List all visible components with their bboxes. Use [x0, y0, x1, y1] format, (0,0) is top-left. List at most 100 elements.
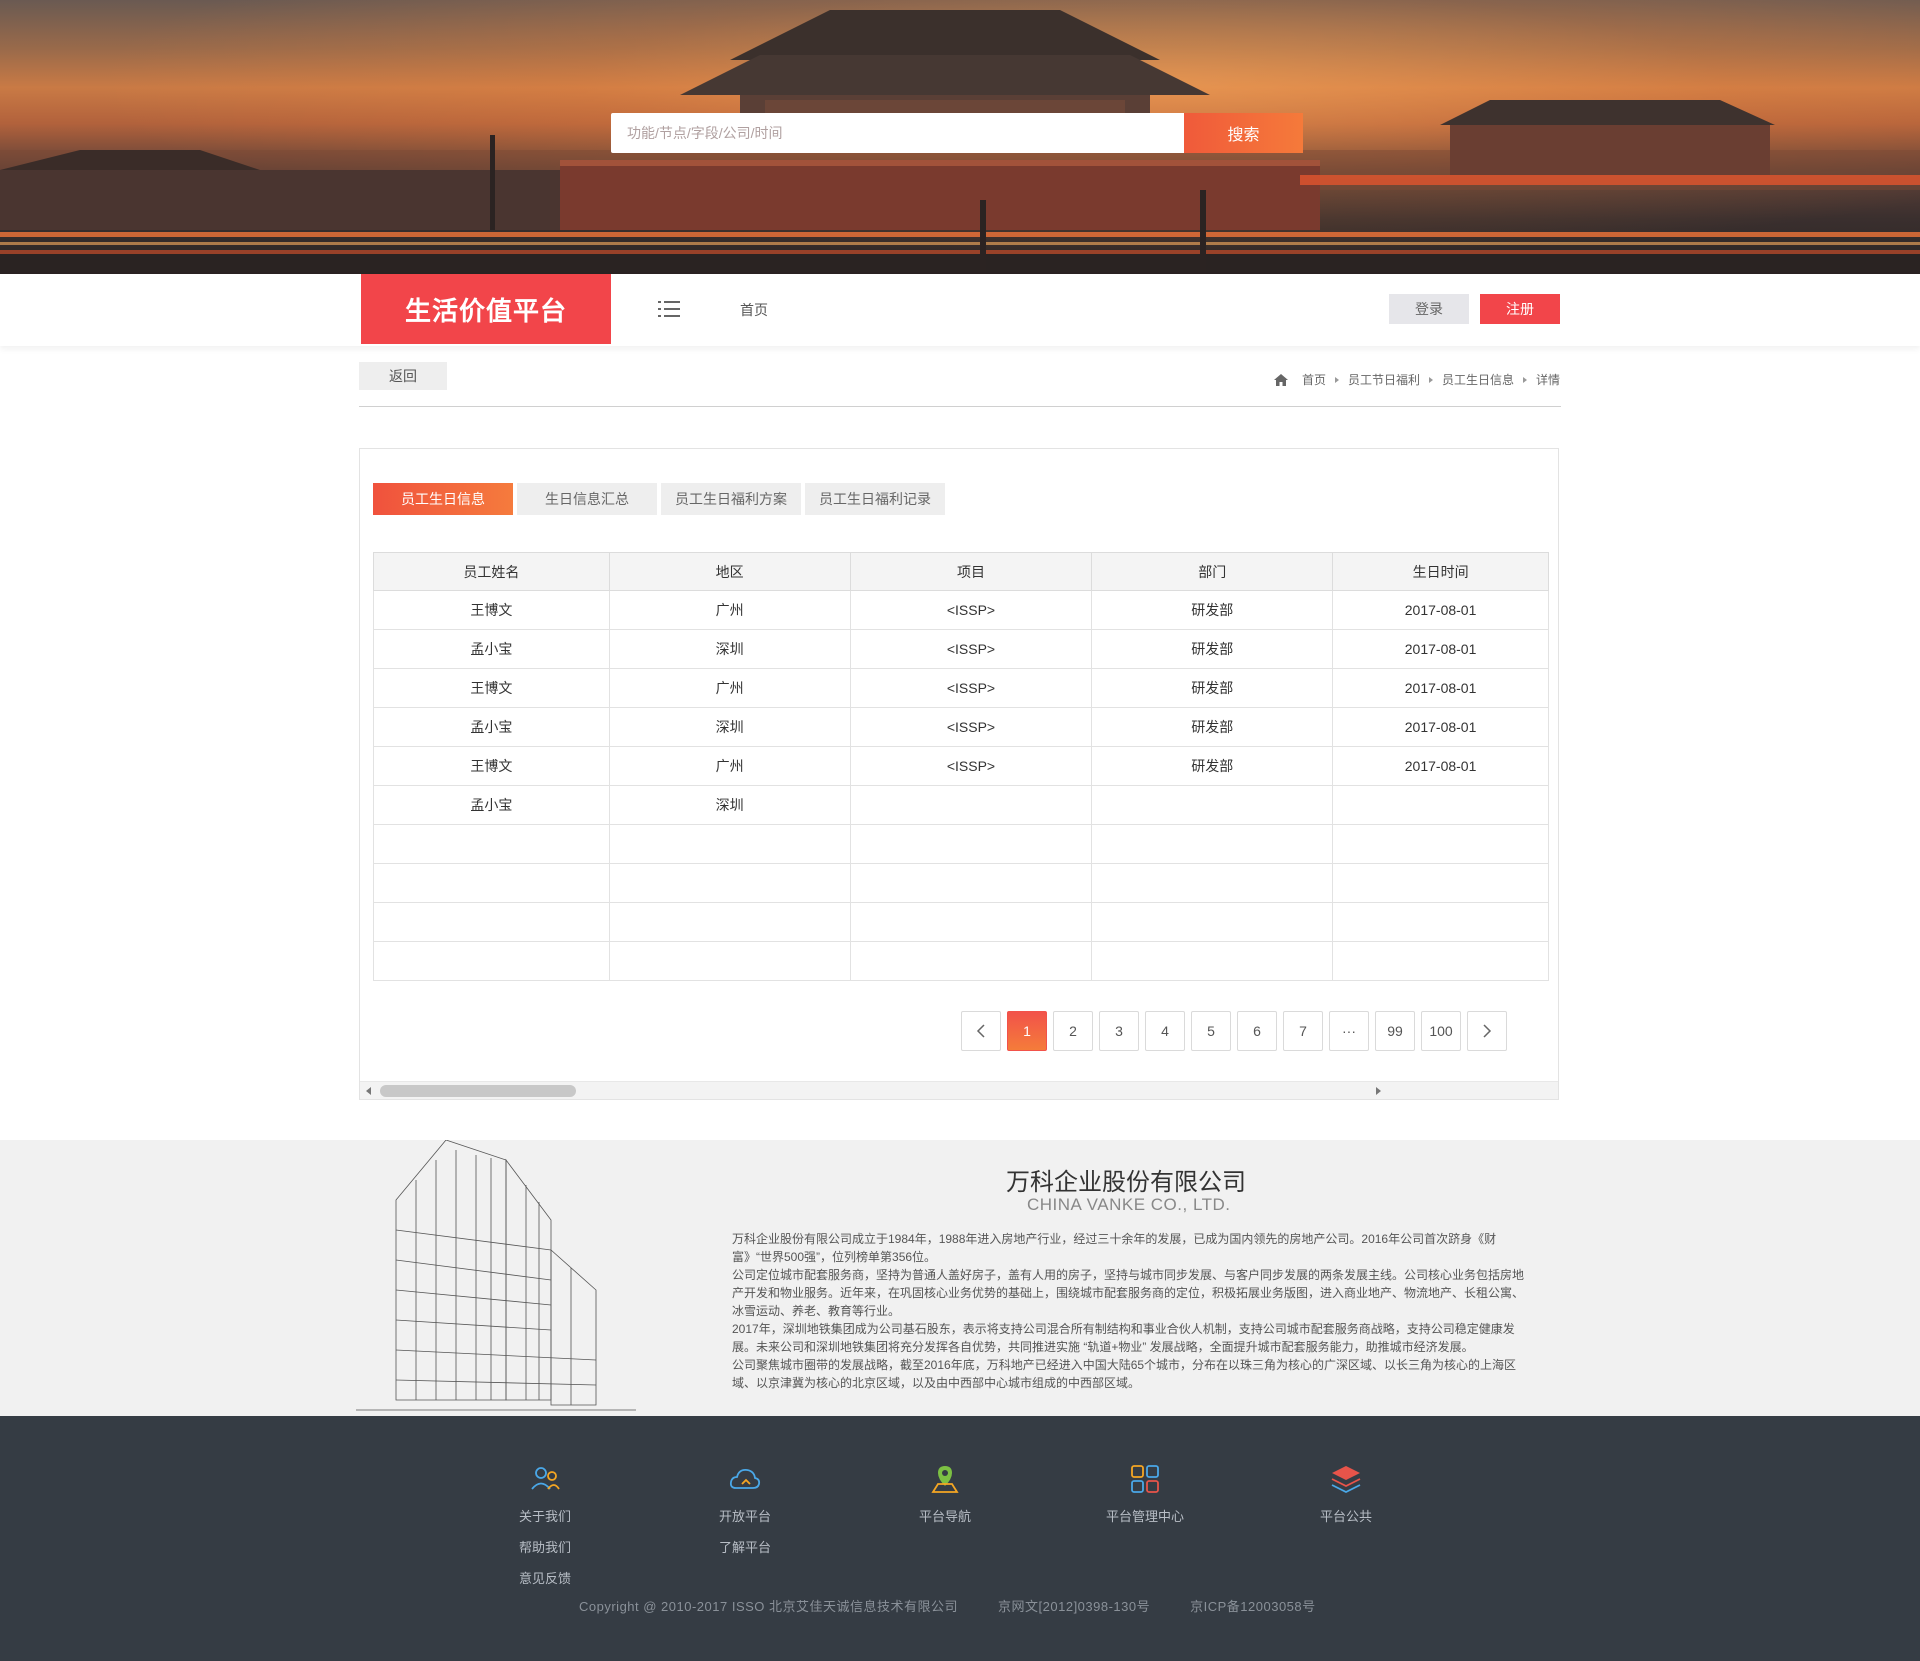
- company-name: 万科企业股份有限公司: [1006, 1169, 1246, 1196]
- footer-link-about-us[interactable]: 关于我们: [519, 1506, 571, 1525]
- footer-link-feedback[interactable]: 意见反馈: [519, 1568, 571, 1587]
- tab-birthday-benefit-record[interactable]: 员工生日福利记录: [805, 483, 945, 515]
- icp-text: 京ICP备12003058号: [1190, 1599, 1316, 1614]
- scroll-right-arrow-icon[interactable]: [1376, 1087, 1381, 1095]
- map-pin-icon: [931, 1466, 959, 1493]
- cell-birthday: 2017-08-01: [1332, 629, 1549, 669]
- footer-link-management-center[interactable]: 平台管理中心: [1106, 1506, 1184, 1525]
- footer: 关于我们 帮助我们 意见反馈 开放平台 了解平台 平台导航 平台管理中心 平台公…: [0, 1416, 1920, 1661]
- cloud-icon: [729, 1468, 761, 1489]
- cell-name: [373, 824, 610, 864]
- cell-region: [608, 863, 851, 903]
- footer-link-platform-public[interactable]: 平台公共: [1320, 1506, 1372, 1525]
- cell-department: [1091, 785, 1334, 825]
- cell-department: 研发部: [1091, 629, 1334, 669]
- horizontal-scrollbar[interactable]: [360, 1081, 1558, 1099]
- page-button[interactable]: 7: [1283, 1011, 1323, 1051]
- company-intro: 万科企业股份有限公司 CHINA VANKE CO., LTD. 万科企业股份有…: [0, 1140, 1920, 1416]
- employee-birthday-table: 员工姓名 地区 项目 部门 生日时间 王博文 广州 <ISSP> 研发部 2017-08…: [373, 552, 1549, 981]
- login-button[interactable]: 登录: [1389, 294, 1469, 324]
- table-row[interactable]: [373, 902, 1549, 942]
- cell-region: [608, 941, 851, 981]
- tab-bar: 员工生日信息 生日信息汇总 员工生日福利方案 员工生日福利记录: [373, 483, 945, 515]
- cell-name: 孟小宝: [373, 629, 610, 669]
- table-row[interactable]: 王博文 广州 <ISSP> 研发部 2017-08-01: [373, 590, 1549, 630]
- cell-department: 研发部: [1091, 707, 1334, 747]
- table-row[interactable]: 王博文 广州 <ISSP> 研发部 2017-08-01: [373, 668, 1549, 708]
- cell-birthday: 2017-08-01: [1332, 707, 1549, 747]
- cell-project: [849, 863, 1093, 903]
- search-input[interactable]: [611, 113, 1184, 153]
- users-icon: [531, 1467, 560, 1490]
- cell-birthday: [1332, 785, 1549, 825]
- table-row[interactable]: 孟小宝 深圳 <ISSP> 研发部 2017-08-01: [373, 707, 1549, 747]
- table-row[interactable]: [373, 824, 1549, 864]
- breadcrumb-item-birthday-info[interactable]: 员工生日信息: [1442, 371, 1514, 388]
- tab-birthday-info[interactable]: 员工生日信息: [373, 483, 513, 515]
- table-header-row: 员工姓名 地区 项目 部门 生日时间: [373, 552, 1549, 591]
- table-row[interactable]: 孟小宝 深圳: [373, 785, 1549, 825]
- scroll-left-arrow-icon[interactable]: [366, 1087, 371, 1095]
- hero-banner: 搜索: [0, 0, 1920, 274]
- cell-birthday: [1332, 863, 1549, 903]
- page-button[interactable]: 6: [1237, 1011, 1277, 1051]
- cell-project: <ISSP>: [849, 707, 1093, 747]
- column-header-birthday[interactable]: 生日时间: [1332, 552, 1549, 591]
- company-paragraph: 公司定位城市配套服务商，坚持为普通人盖好房子，盖有人用的房子，坚持与城市同步发展…: [732, 1268, 1525, 1318]
- pagination: 1 2 3 4 5 6 7 ··· 99 100: [961, 1011, 1507, 1051]
- scrollbar-thumb[interactable]: [380, 1085, 576, 1097]
- search-button[interactable]: 搜索: [1184, 113, 1303, 153]
- company-description: 万科企业股份有限公司成立于1984年，1988年进入房地产行业，经过三十余年的发…: [732, 1230, 1526, 1392]
- footer-link-help-us[interactable]: 帮助我们: [519, 1537, 571, 1556]
- menu-list-icon[interactable]: [658, 298, 680, 320]
- table-row[interactable]: 孟小宝 深圳 <ISSP> 研发部 2017-08-01: [373, 629, 1549, 669]
- tab-birthday-benefit-plan[interactable]: 员工生日福利方案: [661, 483, 801, 515]
- search-bar: 搜索: [611, 113, 1303, 153]
- cell-name: [373, 863, 610, 903]
- cell-name: [373, 902, 610, 942]
- column-header-name[interactable]: 员工姓名: [373, 552, 610, 591]
- footer-column-management: 平台管理中心: [1106, 1462, 1184, 1525]
- breadcrumb-item-home[interactable]: 首页: [1302, 371, 1326, 388]
- footer-link-open-platform[interactable]: 开放平台: [719, 1506, 771, 1525]
- column-header-department[interactable]: 部门: [1091, 552, 1334, 591]
- cell-name: [373, 941, 610, 981]
- table-row[interactable]: [373, 941, 1549, 981]
- tab-birthday-summary[interactable]: 生日信息汇总: [517, 483, 657, 515]
- cell-birthday: 2017-08-01: [1332, 668, 1549, 708]
- cell-region: [608, 902, 851, 942]
- page-button[interactable]: 5: [1191, 1011, 1231, 1051]
- breadcrumb-item-holiday-benefits[interactable]: 员工节日福利: [1348, 371, 1420, 388]
- cell-region: 广州: [608, 590, 851, 630]
- column-header-region[interactable]: 地区: [608, 552, 851, 591]
- table-row[interactable]: 王博文 广州 <ISSP> 研发部 2017-08-01: [373, 746, 1549, 786]
- prev-page-button[interactable]: [961, 1011, 1001, 1051]
- page-button[interactable]: 100: [1421, 1011, 1461, 1051]
- page-button[interactable]: 3: [1099, 1011, 1139, 1051]
- register-button[interactable]: 注册: [1480, 294, 1560, 324]
- breadcrumb: 首页 员工节日福利 员工生日信息 详情: [1273, 371, 1560, 388]
- page-button[interactable]: 99: [1375, 1011, 1415, 1051]
- page-button-current[interactable]: 1: [1007, 1011, 1047, 1051]
- copyright-bar: Copyright @ 2010-2017 ISSO 北京艾佳天诚信息技术有限公…: [579, 1596, 1316, 1615]
- next-page-button[interactable]: [1467, 1011, 1507, 1051]
- cell-department: [1091, 902, 1334, 942]
- cell-region: 广州: [608, 668, 851, 708]
- back-button[interactable]: 返回: [359, 362, 447, 390]
- cell-region: 深圳: [608, 707, 851, 747]
- cell-birthday: [1332, 941, 1549, 981]
- company-paragraph: 2017年，深圳地铁集团成为公司基石股东，表示将支持公司混合所有制结构和事业合伙…: [732, 1322, 1515, 1354]
- page-button[interactable]: 2: [1053, 1011, 1093, 1051]
- brand-logo[interactable]: 生活价值平台: [361, 274, 611, 344]
- nav-home-link[interactable]: 首页: [740, 300, 768, 320]
- page-button[interactable]: 4: [1145, 1011, 1185, 1051]
- chevron-left-icon: [976, 1024, 985, 1038]
- home-icon[interactable]: [1273, 373, 1288, 386]
- footer-link-learn-platform[interactable]: 了解平台: [719, 1537, 771, 1556]
- column-header-project[interactable]: 项目: [849, 552, 1093, 591]
- table-row[interactable]: [373, 863, 1549, 903]
- cell-department: [1091, 941, 1334, 981]
- cell-name: 王博文: [373, 590, 610, 630]
- footer-link-platform-nav[interactable]: 平台导航: [919, 1506, 971, 1525]
- cell-project: <ISSP>: [849, 590, 1093, 630]
